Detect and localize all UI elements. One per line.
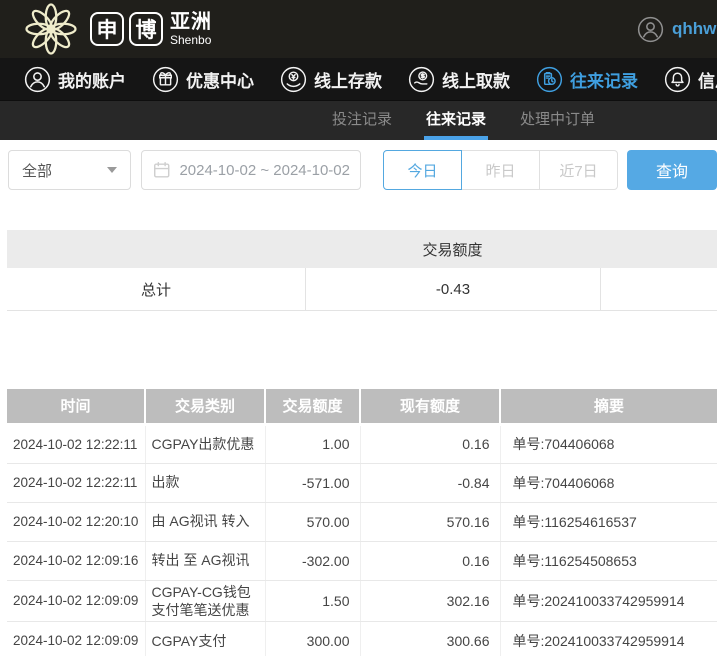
summary-empty-cell <box>600 268 717 310</box>
table-row: 2024-10-02 12:20:10 由 AG视讯 转入 570.00 570… <box>7 502 717 541</box>
calendar-icon <box>152 160 171 180</box>
nav-item-promotions[interactable]: 优惠中心 <box>152 66 254 93</box>
header-transaction-type: 交易类别 <box>145 389 265 424</box>
cell-amount: 1.00 <box>265 424 360 463</box>
tab-transaction-records[interactable]: 往来记录 <box>424 101 488 140</box>
cell-type: CGPAY出款优惠 <box>145 424 265 463</box>
last-7-days-button[interactable]: 近7日 <box>539 150 618 190</box>
username-text: qhhw2 <box>672 19 717 39</box>
brand-logo[interactable]: 申 博 亚洲 Shenbo <box>20 1 212 57</box>
nav-item-deposit[interactable]: 线上存款 <box>280 66 382 93</box>
table-row: 2024-10-02 12:22:11 CGPAY出款优惠 1.00 0.16 … <box>7 424 717 463</box>
cell-time: 2024-10-02 12:22:11 <box>7 424 145 463</box>
table-header-row: 时间 交易类别 交易额度 现有额度 摘要 <box>7 389 717 424</box>
table-row: 2024-10-02 12:09:16 转出 至 AG视讯 -302.00 0.… <box>7 541 717 580</box>
chevron-down-icon <box>107 167 117 173</box>
cell-balance: -0.84 <box>360 463 500 502</box>
topbar: 申 博 亚洲 Shenbo qhhw2 <box>0 0 717 58</box>
table-row: 2024-10-02 12:09:09 CGPAY支付 300.00 300.6… <box>7 621 717 656</box>
bell-icon <box>664 66 691 93</box>
tab-betting-records[interactable]: 投注记录 <box>330 101 394 140</box>
category-select-value: 全部 <box>22 160 52 181</box>
withdraw-icon <box>408 66 435 93</box>
cell-note: 单号:704406068 <box>500 463 717 502</box>
cell-note: 单号:202410033742959914 <box>500 580 717 621</box>
table-row: 2024-10-02 12:09:09 CGPAY-CG钱包支付笔笔送优惠 1.… <box>7 580 717 621</box>
header-time: 时间 <box>7 389 145 424</box>
brand-region-block: 亚洲 Shenbo <box>170 12 212 46</box>
cell-amount: 570.00 <box>265 502 360 541</box>
cell-balance: 0.16 <box>360 541 500 580</box>
tab-pending-orders[interactable]: 处理中订单 <box>518 101 597 140</box>
summary-total-label: 总计 <box>7 268 305 310</box>
gift-icon <box>152 66 179 93</box>
nav-item-transaction-records[interactable]: 往来记录 <box>536 66 638 93</box>
quick-date-button-group: 今日 昨日 近7日 <box>383 150 618 190</box>
category-select[interactable]: 全部 <box>8 150 131 190</box>
nav-item-withdraw[interactable]: 线上取款 <box>408 66 510 93</box>
cell-balance: 0.16 <box>360 424 500 463</box>
cell-note: 单号:202410033742959914 <box>500 621 717 656</box>
transaction-records-page: { "brand": { "box1": "申", "box2": "博", "… <box>0 0 717 656</box>
records-icon <box>536 66 563 93</box>
user-icon <box>24 66 51 93</box>
cell-balance: 302.16 <box>360 580 500 621</box>
summary-total-value: -0.43 <box>305 268 600 310</box>
cell-note: 单号:116254616537 <box>500 502 717 541</box>
cell-balance: 300.66 <box>360 621 500 656</box>
cell-amount: -571.00 <box>265 463 360 502</box>
yesterday-button[interactable]: 昨日 <box>461 150 540 190</box>
user-account[interactable]: qhhw2 <box>637 0 717 58</box>
flower-logo-icon <box>20 1 82 57</box>
brand-en-label: Shenbo <box>170 34 212 46</box>
brand-char-bo: 博 <box>129 12 163 46</box>
header-note: 摘要 <box>500 389 717 424</box>
summary-total-row: 总计 -0.43 <box>7 268 717 311</box>
cell-type: 出款 <box>145 463 265 502</box>
cell-amount: 1.50 <box>265 580 360 621</box>
main-navigation: 我的账户 优惠中心 线上存款 <box>0 58 717 100</box>
search-button[interactable]: 查询 <box>627 150 717 190</box>
nav-label: 信息 <box>698 67 717 92</box>
summary-header-label: 交易额度 <box>305 239 600 260</box>
today-button[interactable]: 今日 <box>383 150 462 190</box>
cell-type: 由 AG视讯 转入 <box>145 502 265 541</box>
table-row: 2024-10-02 12:22:11 出款 -571.00 -0.84 单号:… <box>7 463 717 502</box>
summary-table: 交易额度 总计 -0.43 <box>7 230 717 311</box>
user-avatar-icon <box>637 16 664 43</box>
nav-label: 我的账户 <box>58 67 126 92</box>
cell-time: 2024-10-02 12:09:16 <box>7 541 145 580</box>
cell-type: CGPAY-CG钱包支付笔笔送优惠 <box>145 580 265 621</box>
cell-time: 2024-10-02 12:09:09 <box>7 580 145 621</box>
nav-item-messages[interactable]: 信息 <box>664 66 717 93</box>
nav-label: 往来记录 <box>570 67 638 92</box>
summary-header-row: 交易额度 <box>7 230 717 268</box>
cell-type: 转出 至 AG视讯 <box>145 541 265 580</box>
date-range-input[interactable]: 2024-10-02 ~ 2024-10-02 <box>141 150 361 190</box>
cell-time: 2024-10-02 12:22:11 <box>7 463 145 502</box>
header-current-balance: 现有额度 <box>360 389 500 424</box>
sub-navigation: 投注记录 往来记录 处理中订单 <box>0 100 717 140</box>
brand-region-label: 亚洲 <box>170 12 212 32</box>
nav-label: 优惠中心 <box>186 67 254 92</box>
brand-char-shen: 申 <box>90 12 124 46</box>
nav-item-my-account[interactable]: 我的账户 <box>24 66 126 93</box>
nav-label: 线上存款 <box>314 67 382 92</box>
header-transaction-amount: 交易额度 <box>265 389 360 424</box>
cell-amount: -302.00 <box>265 541 360 580</box>
filter-bar: 全部 2024-10-02 ~ 2024-10-02 今日 昨日 近7日 查询 <box>0 140 717 190</box>
deposit-icon <box>280 66 307 93</box>
cell-balance: 570.16 <box>360 502 500 541</box>
cell-time: 2024-10-02 12:09:09 <box>7 621 145 656</box>
cell-note: 单号:704406068 <box>500 424 717 463</box>
records-table: 时间 交易类别 交易额度 现有额度 摘要 2024-10-02 12:22:11… <box>7 389 717 656</box>
cell-note: 单号:116254508653 <box>500 541 717 580</box>
date-range-value: 2024-10-02 ~ 2024-10-02 <box>179 162 350 179</box>
records-table-section: 时间 交易类别 交易额度 现有额度 摘要 2024-10-02 12:22:11… <box>7 389 717 656</box>
cell-type: CGPAY支付 <box>145 621 265 656</box>
nav-label: 线上取款 <box>442 67 510 92</box>
cell-amount: 300.00 <box>265 621 360 656</box>
cell-time: 2024-10-02 12:20:10 <box>7 502 145 541</box>
